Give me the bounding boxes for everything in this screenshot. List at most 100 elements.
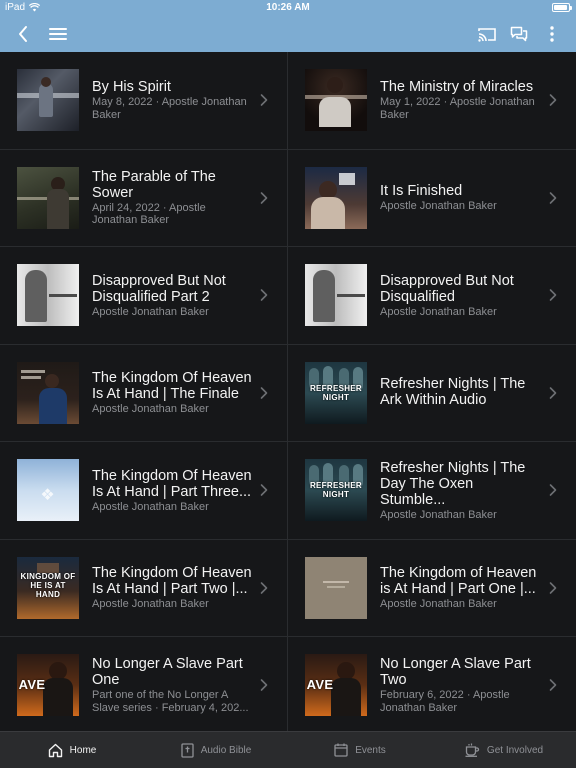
sermon-info: It Is Finished Apostle Jonathan Baker <box>380 183 540 213</box>
tab-bar: Home Audio Bible Events Get Involved <box>0 731 576 768</box>
back-button[interactable] <box>10 16 36 52</box>
tab-label: Home <box>69 744 97 756</box>
chat-bubbles-icon <box>510 26 528 42</box>
sermon-thumbnail <box>305 556 367 619</box>
tab-events[interactable]: Events <box>288 732 432 768</box>
sermon-title: The Kingdom Of Heaven Is At Hand | Part … <box>92 467 252 500</box>
chevron-right-icon <box>549 191 557 204</box>
sermon-title: The Ministry of Miracles <box>380 79 534 96</box>
chevron-right-icon <box>549 386 557 399</box>
sermon-title: It Is Finished <box>380 183 463 199</box>
sermon-info: The Ministry of Miracles May 1, 2022 · A… <box>380 79 540 121</box>
sermon-thumbnail <box>17 69 79 132</box>
sermon-info: The Kingdom of Heaven is At Hand | Part … <box>380 565 540 611</box>
sermon-item[interactable]: KINGDOM OF HE IS AT HAND The Kingdom Of … <box>0 539 288 637</box>
sermon-thumbnail: KINGDOM OF HE IS AT HAND <box>17 556 79 619</box>
sermon-title: The Kingdom Of Heaven Is At Hand | Part … <box>92 565 252 597</box>
sermon-info: Disapproved But Not Disqualified Apostle… <box>380 273 540 319</box>
sermon-title: No Longer A Slave Part One <box>92 656 243 689</box>
bible-icon <box>181 742 194 758</box>
sermon-thumbnail <box>305 69 367 132</box>
status-time: 10:26 AM <box>266 2 310 13</box>
chevron-right-icon <box>260 679 268 692</box>
sermon-item[interactable]: The Parable of The Sower April 24, 2022 … <box>0 149 288 247</box>
status-bar: iPad 10:26 AM <box>0 0 576 16</box>
sermon-subtitle: Apostle Jonathan Baker <box>380 508 497 521</box>
sermon-subtitle: Apostle Jonathan Baker <box>92 403 209 415</box>
sermon-item[interactable]: It Is Finished Apostle Jonathan Baker <box>288 150 576 247</box>
sermon-title: The Kingdom of Heaven is At Hand | Part … <box>380 565 537 597</box>
chevron-right-icon <box>549 484 557 497</box>
tab-get-involved[interactable]: Get Involved <box>432 732 576 768</box>
thumbnail-caption: KINGDOM OF HE IS AT HAND <box>20 571 76 599</box>
sermon-thumbnail <box>305 166 367 229</box>
hamburger-menu-icon <box>49 28 67 40</box>
sermon-item[interactable]: The Ministry of Miracles May 1, 2022 · A… <box>288 52 576 150</box>
chevron-right-icon <box>549 581 557 594</box>
chevron-right-icon <box>260 386 268 399</box>
sermon-subtitle: April 24, 2022 · Apostle Jonathan Baker <box>92 201 206 227</box>
chevron-right-icon <box>549 94 557 107</box>
sermon-title: The Kingdom Of Heaven Is At Hand | The F… <box>92 370 252 402</box>
chevron-right-icon <box>549 679 557 692</box>
sermon-thumbnail <box>17 264 79 327</box>
sermon-subtitle: May 1, 2022 · Apostle Jonathan Baker <box>380 96 535 121</box>
sermon-item[interactable]: The Kingdom Of Heaven Is At Hand | The F… <box>0 344 288 442</box>
sermon-info: The Kingdom Of Heaven Is At Hand | Part … <box>92 565 252 611</box>
sermon-info: The Kingdom Of Heaven Is At Hand | Part … <box>92 468 252 514</box>
sermon-info: The Kingdom Of Heaven Is At Hand | The F… <box>92 370 252 416</box>
calendar-icon <box>334 743 348 757</box>
sermon-thumbnail: AVE <box>17 654 79 717</box>
more-vertical-icon <box>550 26 554 42</box>
sermon-item[interactable]: REFRESHER NIGHT Refresher Nights | The A… <box>288 345 576 442</box>
thumbnail-caption: AVE <box>18 677 46 693</box>
chevron-right-icon <box>549 289 557 302</box>
sermon-subtitle: Apostle Jonathan Baker <box>380 598 497 610</box>
sermon-subtitle: Apostle Jonathan Baker <box>92 598 209 610</box>
sermon-info: No Longer A Slave Part Two February 6, 2… <box>380 656 540 714</box>
tab-audio-bible[interactable]: Audio Bible <box>144 732 288 768</box>
sermon-thumbnail <box>305 264 367 327</box>
sermon-item[interactable]: The Kingdom of Heaven is At Hand | Part … <box>288 540 576 637</box>
sermon-thumbnail <box>17 361 79 424</box>
sermon-item[interactable]: AVE No Longer A Slave Part Two February … <box>288 637 576 731</box>
sermon-item[interactable]: Disapproved But Not Disqualified Part 2 … <box>0 247 288 345</box>
tab-home[interactable]: Home <box>0 732 144 768</box>
sermon-thumbnail: REFRESHER NIGHT <box>305 361 367 424</box>
tab-label: Audio Bible <box>200 744 252 756</box>
sermon-title: Disapproved But Not Disqualified <box>380 272 514 305</box>
more-button[interactable] <box>540 16 564 52</box>
sermon-title: The Parable of The Sower <box>92 168 216 201</box>
sermon-item[interactable]: AVE No Longer A Slave Part One Part one … <box>0 637 288 731</box>
chevron-right-icon <box>260 581 268 594</box>
chevron-right-icon <box>260 191 268 204</box>
sermon-item[interactable]: ❖ The Kingdom Of Heaven Is At Hand | Par… <box>0 442 288 540</box>
home-icon <box>48 743 62 757</box>
thumbnail-caption: AVE <box>306 677 334 693</box>
chevron-right-icon <box>260 484 268 497</box>
chat-button[interactable] <box>506 16 532 52</box>
cast-button[interactable] <box>474 16 500 52</box>
tab-label: Events <box>355 744 386 756</box>
sermon-title: By His Spirit <box>92 79 171 96</box>
sermon-thumbnail: AVE <box>305 654 367 717</box>
sermon-subtitle: May 8, 2022 · Apostle Jonathan Baker <box>92 96 247 121</box>
sermon-title: Refresher Nights | The Ark Within Audio <box>380 376 526 409</box>
sermon-subtitle: Apostle Jonathan Baker <box>380 200 497 212</box>
sermon-item[interactable]: Disapproved But Not Disqualified Apostle… <box>288 247 576 345</box>
sermon-item[interactable]: REFRESHER NIGHT Refresher Nights | The D… <box>288 442 576 540</box>
sermon-grid: By His Spirit May 8, 2022 · Apostle Jona… <box>0 52 576 731</box>
menu-button[interactable] <box>44 16 72 52</box>
coffee-cup-icon <box>465 743 479 757</box>
chevron-left-icon <box>19 26 27 42</box>
nav-bar <box>0 16 576 52</box>
thumbnail-caption: REFRESHER NIGHT <box>309 481 363 500</box>
sermon-thumbnail: ❖ <box>17 459 79 522</box>
sermon-subtitle: Part one of the No Longer A Slave series… <box>92 689 249 714</box>
sermon-title: Refresher Nights | The Day The Oxen Stum… <box>380 459 526 508</box>
tab-label: Get Involved <box>486 744 544 756</box>
sermon-item[interactable]: By His Spirit May 8, 2022 · Apostle Jona… <box>0 52 288 150</box>
sermon-thumbnail: REFRESHER NIGHT <box>305 459 367 522</box>
thumbnail-caption: REFRESHER NIGHT <box>309 383 363 402</box>
sermon-info: The Parable of The Sower April 24, 2022 … <box>92 169 252 227</box>
